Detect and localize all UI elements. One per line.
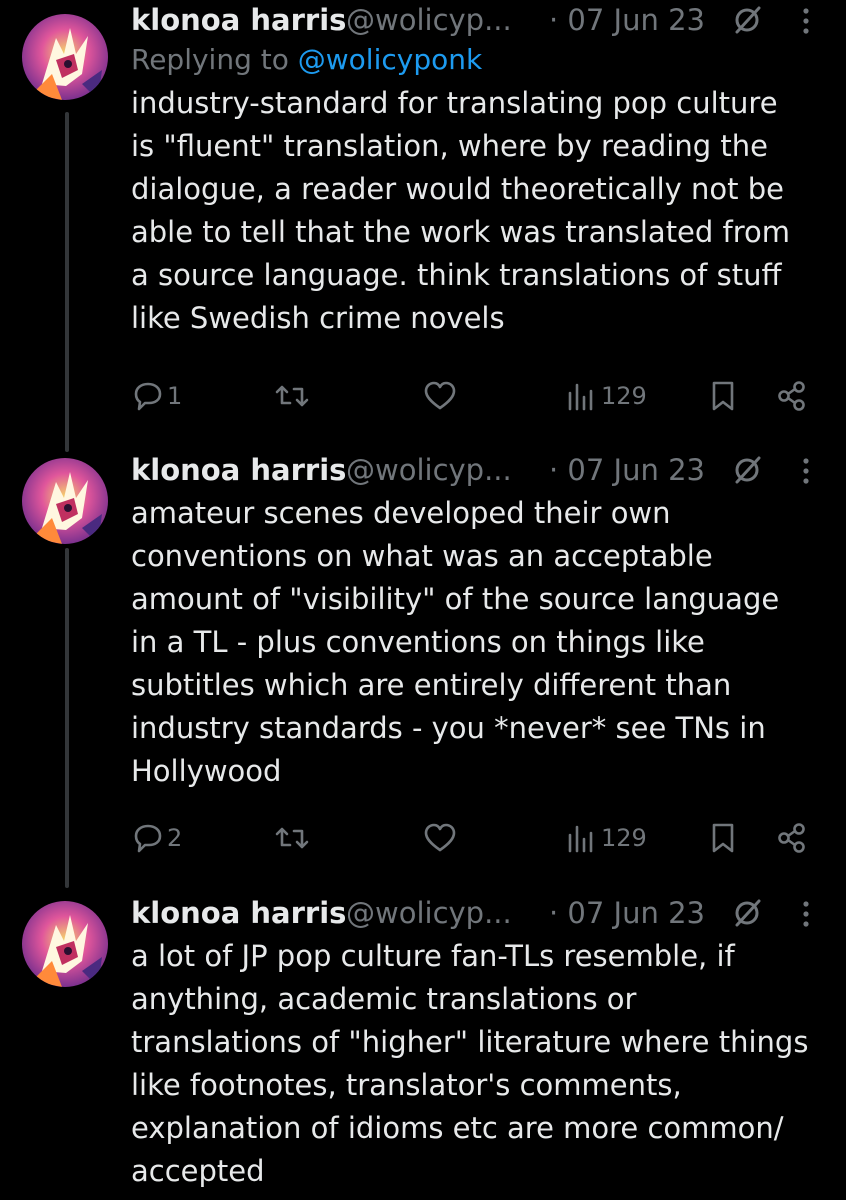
replying-to: Replying to @wolicyponk — [131, 40, 828, 80]
tweet-text: industry-standard for translating pop cu… — [131, 86, 791, 335]
heart-icon — [422, 379, 458, 413]
reply-icon — [131, 821, 165, 855]
tweet-date[interactable]: · 07 Jun 23 — [549, 893, 705, 933]
avatar[interactable] — [22, 901, 108, 987]
views-button[interactable]: 129 — [565, 818, 647, 858]
grok-icon[interactable] — [731, 897, 763, 929]
like-button[interactable] — [422, 376, 458, 416]
tweet-header: klonoa harris @wolicyp... · 07 Jun 23 — [131, 893, 828, 933]
views-button[interactable]: 129 — [565, 376, 647, 416]
more-vertical-icon[interactable] — [799, 899, 813, 929]
reply-button[interactable]: 1 — [131, 376, 182, 416]
view-count: 129 — [601, 824, 647, 852]
tweet[interactable]: klonoa harris @wolicyp... · 07 Jun 23 a … — [0, 893, 846, 1200]
author-handle[interactable]: @wolicyp... — [346, 450, 512, 490]
tweet-date[interactable]: · 07 Jun 23 — [549, 450, 705, 490]
avatar[interactable] — [22, 458, 108, 544]
author-name[interactable]: klonoa harris — [131, 893, 346, 933]
more-vertical-icon[interactable] — [799, 6, 813, 36]
bookmark-button[interactable] — [709, 818, 737, 858]
bookmark-icon — [709, 379, 737, 413]
author-name[interactable]: klonoa harris — [131, 0, 346, 40]
more-vertical-icon[interactable] — [799, 456, 813, 486]
share-icon — [775, 379, 809, 413]
retweet-button[interactable] — [273, 818, 311, 858]
reply-count: 2 — [167, 824, 183, 852]
heart-icon — [422, 821, 458, 855]
retweet-icon — [273, 821, 311, 855]
mention-link[interactable]: @wolicyponk — [298, 43, 482, 76]
grok-icon[interactable] — [731, 4, 763, 36]
tweet[interactable]: klonoa harris @wolicyp... · 07 Jun 23 Re… — [0, 0, 846, 440]
author-name[interactable]: klonoa harris — [131, 450, 346, 490]
tweet-text: a lot of JP pop culture fan-TLs resemble… — [131, 939, 809, 1188]
tweet[interactable]: klonoa harris @wolicyp... · 07 Jun 23 am… — [0, 450, 846, 880]
share-button[interactable] — [775, 376, 809, 416]
retweet-icon — [273, 379, 311, 413]
share-button[interactable] — [775, 818, 809, 858]
tweet-actions: 1 129 — [131, 376, 831, 416]
author-handle[interactable]: @wolicyp... — [346, 0, 512, 40]
tweet-actions: 2 129 — [131, 818, 831, 858]
replying-prefix: Replying to — [131, 43, 298, 76]
view-count: 129 — [601, 382, 647, 410]
bookmark-icon — [709, 821, 737, 855]
reply-icon — [131, 379, 165, 413]
author-handle[interactable]: @wolicyp... — [346, 893, 512, 933]
grok-icon[interactable] — [731, 454, 763, 486]
tweet-date[interactable]: · 07 Jun 23 — [549, 0, 705, 40]
bookmark-button[interactable] — [709, 376, 737, 416]
tweet-header: klonoa harris @wolicyp... · 07 Jun 23 — [131, 0, 828, 40]
retweet-button[interactable] — [273, 376, 311, 416]
tweet-header: klonoa harris @wolicyp... · 07 Jun 23 — [131, 450, 828, 490]
like-button[interactable] — [422, 818, 458, 858]
reply-button[interactable]: 2 — [131, 818, 182, 858]
views-icon — [565, 821, 599, 855]
share-icon — [775, 821, 809, 855]
avatar[interactable] — [22, 14, 108, 100]
reply-count: 1 — [167, 382, 183, 410]
tweet-text: amateur scenes developed their own conve… — [131, 496, 780, 788]
views-icon — [565, 379, 599, 413]
